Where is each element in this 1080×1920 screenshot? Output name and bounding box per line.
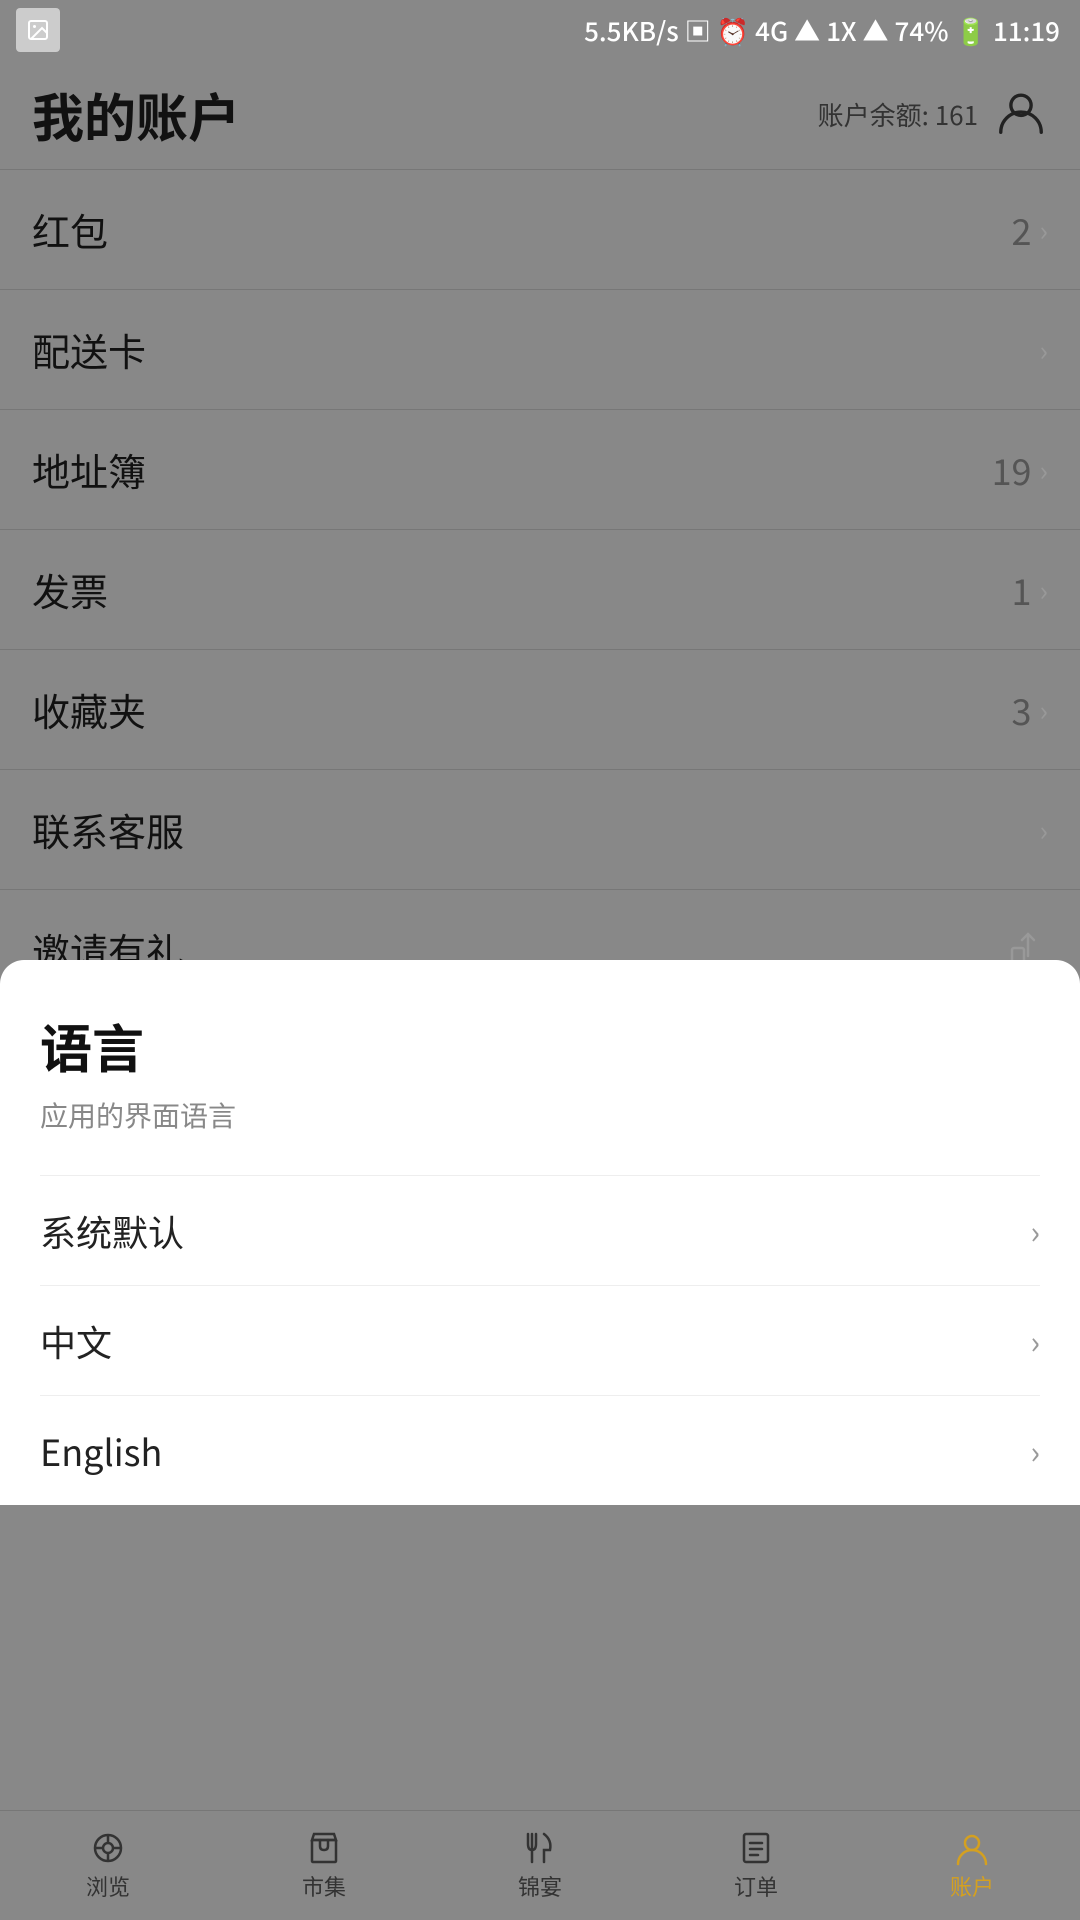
header-right: 账户余额: 161	[818, 85, 1048, 144]
nav-item-account[interactable]: 账户	[864, 1830, 1080, 1902]
menu-item-label: 红包	[32, 202, 108, 257]
nav-label-market: 市集	[302, 1870, 346, 1902]
orders-icon	[738, 1830, 774, 1866]
menu-item-right: ›	[1040, 330, 1048, 370]
alarm-icon: ⏰	[717, 12, 749, 49]
chevron-right-icon: ›	[1040, 330, 1048, 370]
menu-item-right: 1 ›	[1012, 564, 1048, 616]
signal-icon-1: ▲	[794, 12, 820, 49]
account-balance: 账户余额: 161	[818, 96, 978, 133]
language-option-label: 系统默认	[40, 1205, 184, 1257]
language-option-english[interactable]: English ›	[40, 1395, 1040, 1505]
dining-icon	[522, 1830, 558, 1866]
status-bar: 5.5KB/s ▣ ⏰ 4G ▲ 1X ▲ 74% 🔋 11:19	[0, 0, 1080, 60]
menu-item-label: 地址簿	[32, 442, 146, 497]
menu-item-badge: 2	[1012, 204, 1032, 256]
menu-item-favorites[interactable]: 收藏夹 3 ›	[0, 650, 1080, 770]
language-option-label: 中文	[40, 1315, 112, 1367]
chevron-right-icon: ›	[1040, 210, 1048, 250]
nav-item-dining[interactable]: 锦宴	[432, 1830, 648, 1902]
page-title: 我的账户	[32, 77, 240, 152]
language-option-label: English	[40, 1425, 162, 1477]
nav-item-browse[interactable]: 浏览	[0, 1830, 216, 1902]
chevron-right-icon: ›	[1040, 690, 1048, 730]
time: 11:19	[993, 12, 1060, 49]
nav-label-dining: 锦宴	[518, 1870, 562, 1902]
nav-label-browse: 浏览	[86, 1870, 130, 1902]
page-header: 我的账户 账户余额: 161	[0, 60, 1080, 170]
data-icon: 4G	[755, 12, 788, 49]
language-option-system-default[interactable]: 系统默认 ›	[40, 1175, 1040, 1285]
chevron-right-icon: ›	[1030, 1208, 1040, 1254]
status-left	[16, 8, 60, 52]
menu-item-right: 19 ›	[992, 444, 1048, 496]
menu-item-invoice[interactable]: 发票 1 ›	[0, 530, 1080, 650]
menu-item-right: ›	[1040, 810, 1048, 850]
menu-item-badge: 3	[1012, 684, 1032, 736]
avatar-icon[interactable]	[994, 85, 1048, 144]
nav-label-orders: 订单	[734, 1870, 778, 1902]
menu-item-right: 3 ›	[1012, 684, 1048, 736]
signal-icon-2: ▲	[863, 12, 889, 49]
data-1x-icon: 1X	[826, 12, 856, 49]
battery-percent: 74%	[895, 12, 949, 49]
language-option-chinese[interactable]: 中文 ›	[40, 1285, 1040, 1395]
chevron-right-icon: ›	[1040, 450, 1048, 490]
menu-item-badge: 1	[1012, 564, 1032, 616]
chevron-right-icon: ›	[1030, 1318, 1040, 1364]
language-modal: 语言 应用的界面语言 系统默认 › 中文 › English ›	[0, 960, 1080, 1505]
nav-item-orders[interactable]: 订单	[648, 1830, 864, 1902]
menu-item-label: 收藏夹	[32, 682, 146, 737]
image-icon	[16, 8, 60, 52]
status-right: 5.5KB/s ▣ ⏰ 4G ▲ 1X ▲ 74% 🔋 11:19	[584, 12, 1060, 49]
menu-item-delivery-card[interactable]: 配送卡 ›	[0, 290, 1080, 410]
menu-item-label: 联系客服	[32, 802, 184, 857]
nav-label-account: 账户	[950, 1870, 994, 1902]
browse-icon	[90, 1830, 126, 1866]
network-speed: 5.5KB/s	[584, 12, 679, 49]
menu-item-address-book[interactable]: 地址簿 19 ›	[0, 410, 1080, 530]
bottom-navigation: 浏览 市集 锦宴 订单 账户	[0, 1810, 1080, 1920]
nav-item-market[interactable]: 市集	[216, 1830, 432, 1902]
modal-title: 语言	[40, 1008, 1040, 1083]
vibrate-icon: ▣	[685, 12, 711, 49]
menu-item-customer-service[interactable]: 联系客服 ›	[0, 770, 1080, 890]
menu-item-badge: 19	[992, 444, 1032, 496]
market-icon	[306, 1830, 342, 1866]
battery-icon: 🔋	[955, 12, 987, 49]
chevron-right-icon: ›	[1040, 810, 1048, 850]
chevron-right-icon: ›	[1040, 570, 1048, 610]
menu-item-hongbao[interactable]: 红包 2 ›	[0, 170, 1080, 290]
account-icon	[954, 1830, 990, 1866]
menu-item-label: 发票	[32, 562, 108, 617]
modal-subtitle: 应用的界面语言	[40, 1095, 1040, 1135]
menu-item-right: 2 ›	[1012, 204, 1048, 256]
menu-item-label: 配送卡	[32, 322, 146, 377]
chevron-right-icon: ›	[1030, 1428, 1040, 1474]
